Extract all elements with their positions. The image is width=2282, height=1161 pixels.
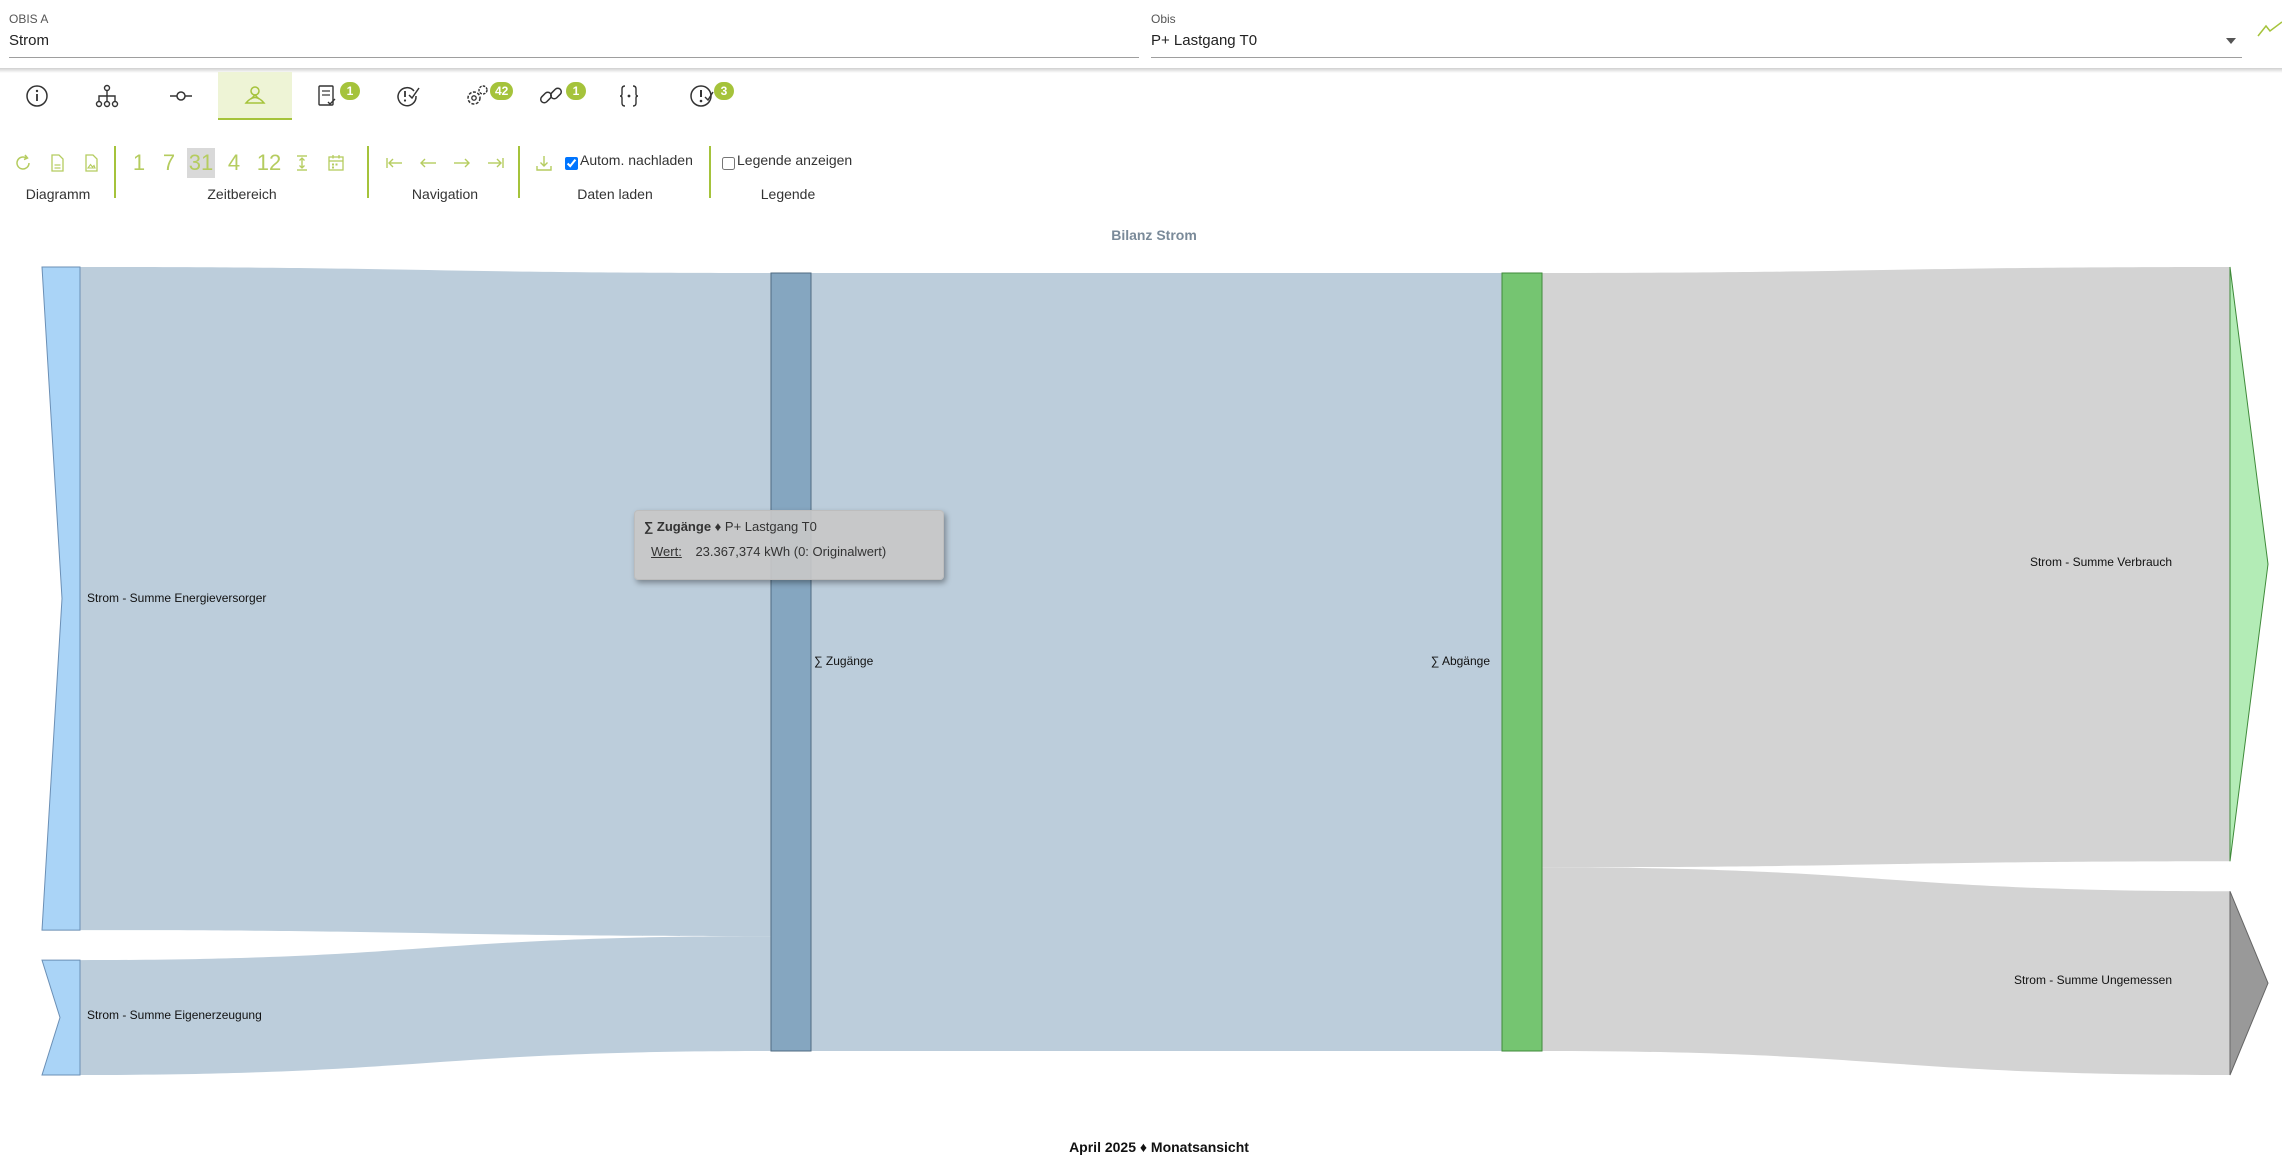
sankey-node-consumption[interactable] — [2229, 266, 2269, 862]
show-legend-label: Legende anzeigen — [737, 152, 853, 168]
chart-caption: April 2025 ♦ Monatsansicht — [1069, 1139, 1249, 1155]
tab-meter-point[interactable] — [144, 72, 218, 120]
obis-a-value[interactable]: Strom — [9, 32, 49, 49]
date-picker-button[interactable] — [324, 148, 348, 178]
obis-a-field[interactable]: OBIS A Strom — [9, 8, 1139, 58]
toolbar-divider — [518, 146, 520, 198]
group-label-diagramm: Diagramm — [25, 186, 91, 202]
link-icon — [539, 87, 563, 104]
nav-first-button[interactable] — [382, 148, 406, 178]
download-button[interactable] — [533, 148, 555, 178]
node-label-unmetered: Strom - Summe Ungemessen — [2014, 973, 2172, 987]
node-label-consumption: Strom - Summe Verbrauch — [2030, 555, 2172, 569]
chart-tooltip: ∑ Zugänge ♦ P+ Lastgang T0 Wert: 23.367,… — [634, 510, 944, 580]
energy-balance-icon — [244, 86, 266, 104]
tooltip-title: ∑ Zugänge — [644, 519, 712, 534]
settings-badge: 42 — [490, 82, 514, 100]
node-label-own-generation: Strom - Summe Eigenerzeugung — [87, 1008, 262, 1022]
braces-icon — [619, 85, 639, 107]
sankey-link-own-in[interactable] — [80, 936, 771, 1075]
document-check-icon — [318, 85, 336, 106]
file-pdf-icon — [51, 154, 64, 172]
show-legend-checkbox[interactable]: Legende anzeigen — [722, 152, 852, 170]
export-image-button[interactable] — [80, 148, 102, 178]
group-label-navigation: Navigation — [411, 186, 479, 202]
trend-icon[interactable] — [2256, 20, 2282, 40]
tooltip-subtitle: ♦ P+ Lastgang T0 — [714, 519, 817, 534]
calendar-icon — [328, 155, 344, 171]
obis-label: Obis — [1151, 12, 1176, 26]
nav-next-button[interactable] — [450, 148, 474, 178]
arrow-right-icon — [454, 158, 470, 168]
sankey-link-out-unmetered[interactable] — [1542, 867, 2230, 1075]
chevron-down-icon[interactable] — [2226, 38, 2236, 44]
auto-reload-input[interactable] — [565, 157, 578, 170]
hierarchy-icon — [95, 84, 119, 108]
tab-validation[interactable] — [370, 72, 444, 120]
obis-select[interactable]: Obis P+ Lastgang T0 — [1151, 8, 2242, 58]
refresh-icon — [16, 154, 30, 170]
alert-check-icon — [397, 86, 420, 107]
sankey-node-outflows[interactable] — [1501, 272, 1543, 1052]
tab-bar: 1 42 1 3 — [0, 72, 780, 120]
chart-toolbar: Diagramm 1 7 31 4 12 Zeitbereich Navigat… — [0, 144, 900, 206]
chart-title: Bilanz Strom — [1111, 227, 1197, 243]
range-1-button[interactable]: 1 — [126, 148, 152, 178]
gears-icon — [467, 85, 488, 105]
obis-a-label: OBIS A — [9, 12, 49, 26]
group-label-legende: Legende — [760, 186, 816, 202]
tab-info[interactable] — [0, 72, 74, 120]
sankey-node-supplier[interactable] — [41, 266, 81, 931]
tab-formula[interactable] — [592, 72, 666, 120]
show-legend-input[interactable] — [722, 157, 735, 170]
node-label-supplier: Strom - Summe Energieversorger — [87, 591, 266, 605]
sankey-node-unmetered[interactable] — [2229, 891, 2269, 1076]
fit-height-button[interactable] — [292, 148, 312, 178]
nav-prev-button[interactable] — [416, 148, 440, 178]
range-4-button[interactable]: 4 — [221, 148, 247, 178]
alerts-badge: 3 — [714, 82, 734, 100]
documents-badge: 1 — [340, 82, 360, 100]
links-badge: 1 — [566, 82, 586, 100]
info-icon — [26, 85, 48, 107]
sankey-node-own-generation[interactable] — [41, 959, 81, 1076]
arrow-last-icon — [488, 158, 504, 168]
reload-button[interactable] — [12, 148, 34, 178]
fit-height-icon — [297, 155, 307, 171]
file-image-icon — [85, 154, 98, 172]
sankey-link-in-out[interactable] — [811, 273, 1502, 1051]
tab-hierarchy[interactable] — [70, 72, 144, 120]
toolbar-divider — [709, 146, 711, 198]
tab-energy-balance[interactable] — [218, 72, 292, 120]
nav-last-button[interactable] — [484, 148, 508, 178]
sankey-chart: Bilanz Strom Strom - Summe Energieversor… — [41, 227, 2269, 1155]
arrow-first-icon — [386, 158, 402, 168]
arrow-left-icon — [420, 158, 436, 168]
toolbar-divider — [114, 146, 116, 198]
sankey-node-inflows[interactable] — [770, 272, 812, 1052]
export-pdf-button[interactable] — [46, 148, 68, 178]
alert-clock-icon — [690, 85, 714, 107]
range-12-button[interactable]: 12 — [252, 148, 286, 178]
range-31-button[interactable]: 31 — [187, 148, 215, 178]
node-label-outflows: ∑ Abgänge — [1431, 654, 1491, 668]
tooltip-key: Wert: — [651, 544, 682, 559]
group-label-zeitbereich: Zeitbereich — [207, 186, 277, 202]
tooltip-value: 23.367,374 kWh (0: Originalwert) — [695, 544, 887, 559]
range-7-button[interactable]: 7 — [156, 148, 182, 178]
auto-reload-checkbox[interactable]: Autom. nachladen — [565, 152, 693, 170]
obis-value[interactable]: P+ Lastgang T0 — [1151, 32, 1257, 49]
download-icon — [536, 156, 552, 171]
group-label-daten-laden: Daten laden — [577, 186, 653, 202]
toolbar-divider — [367, 146, 369, 198]
node-label-inflows: ∑ Zugänge — [814, 654, 874, 668]
auto-reload-label: Autom. nachladen — [580, 152, 693, 168]
commit-node-icon — [170, 91, 192, 101]
